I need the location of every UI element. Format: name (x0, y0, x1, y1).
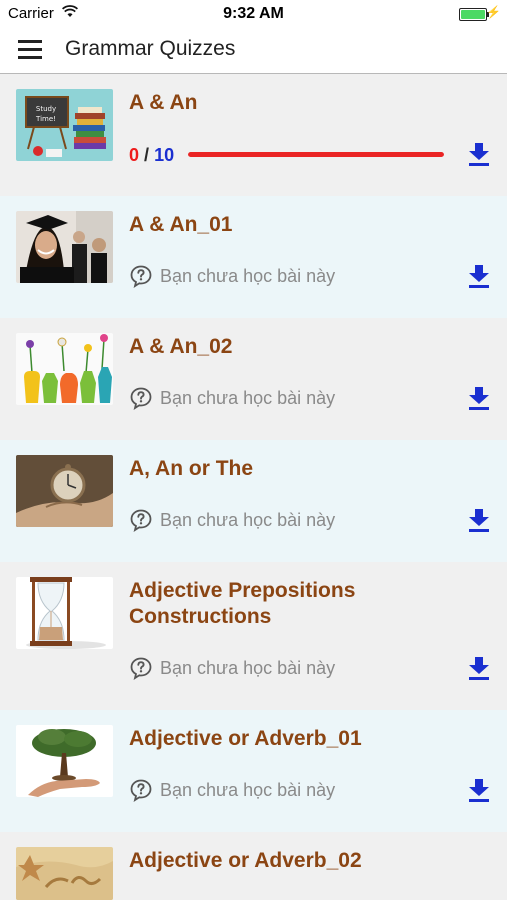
lesson-status: Bạn chưa học bài này (129, 385, 335, 411)
lesson-thumbnail-vases (16, 333, 113, 405)
score-correct: 0 (129, 145, 140, 165)
lesson-status-text: Bạn chưa học bài này (160, 779, 336, 800)
lesson-status-text: Bạn chưa học bài này (160, 387, 336, 408)
lesson-thumbnail-study-time: Study Time! (16, 89, 113, 161)
svg-text:Time!: Time! (35, 115, 56, 123)
lesson-title: A & An (129, 91, 198, 114)
clock: 9:32 AM (223, 5, 284, 22)
status-bar: Carrier 9:32 AM ⚡ (0, 0, 507, 28)
lesson-title: A & An_02 (129, 335, 233, 358)
lesson-row-a-an[interactable]: Study Time! A & An 0 / 10 (0, 74, 507, 196)
page-title: Grammar Quizzes (65, 37, 236, 60)
download-icon[interactable] (467, 385, 491, 411)
download-icon[interactable] (467, 507, 491, 533)
question-bubble-icon (129, 778, 153, 802)
svg-text:Study: Study (36, 105, 56, 113)
lesson-title: Adjective Prepositions Constructions (129, 579, 356, 628)
hamburger-menu-icon[interactable] (18, 40, 42, 60)
question-bubble-icon (129, 264, 153, 288)
lesson-row-a-an-02[interactable]: A & An_02 Bạn chưa học bài này (0, 318, 507, 440)
lesson-title: Adjective or Adverb_02 (129, 849, 362, 872)
lesson-title: A, An or The (129, 457, 254, 480)
progress-fill (188, 152, 444, 157)
lesson-status-text: Bạn chưa học bài này (160, 509, 336, 530)
charging-icon: ⚡ (486, 5, 501, 19)
lesson-progress-bar (188, 152, 444, 157)
question-bubble-icon (129, 386, 153, 410)
lesson-score: 0 / 10 (129, 145, 174, 166)
lesson-status-text: Bạn chưa học bài này (160, 657, 336, 678)
lesson-row-a-an-or-the[interactable]: A, An or The Bạn chưa học bài này (0, 440, 507, 562)
lesson-row-adjective-prepositions-constructions[interactable]: Adjective Prepositions Constructions Bạn… (0, 562, 507, 710)
question-bubble-icon (129, 656, 153, 680)
download-icon[interactable] (467, 655, 491, 681)
lesson-status: Bạn chưa học bài này (129, 777, 335, 803)
lesson-status: Bạn chưa học bài này (129, 507, 335, 533)
lesson-title: Adjective or Adverb_01 (129, 727, 362, 750)
score-total: 10 (154, 145, 175, 165)
download-icon[interactable] (467, 263, 491, 289)
download-icon[interactable] (467, 777, 491, 803)
lesson-status-text: Bạn chưa học bài này (160, 265, 336, 286)
lesson-row-adjective-or-adverb-02[interactable]: Adjective or Adverb_02 (0, 832, 507, 900)
score-separator: / (144, 145, 150, 165)
lesson-title: A & An_01 (129, 213, 233, 236)
lesson-status: Bạn chưa học bài này (129, 263, 335, 289)
lesson-row-adjective-or-adverb-01[interactable]: Adjective or Adverb_01 Bạn chưa học bài … (0, 710, 507, 832)
lesson-thumbnail-hourglass (16, 577, 113, 649)
lesson-thumbnail-graduate (16, 211, 113, 283)
lesson-status: Bạn chưa học bài này (129, 655, 335, 681)
lesson-thumbnail-tree-hand (16, 725, 113, 797)
lesson-thumbnail-holiday-sand (16, 847, 113, 900)
lesson-thumbnail-clock-hand (16, 455, 113, 527)
lesson-row-a-an-01[interactable]: A & An_01 Bạn chưa học bài này (0, 196, 507, 318)
battery-icon (459, 8, 489, 21)
nav-bar: Grammar Quizzes (0, 28, 507, 74)
question-bubble-icon (129, 508, 153, 532)
download-icon[interactable] (467, 141, 491, 167)
